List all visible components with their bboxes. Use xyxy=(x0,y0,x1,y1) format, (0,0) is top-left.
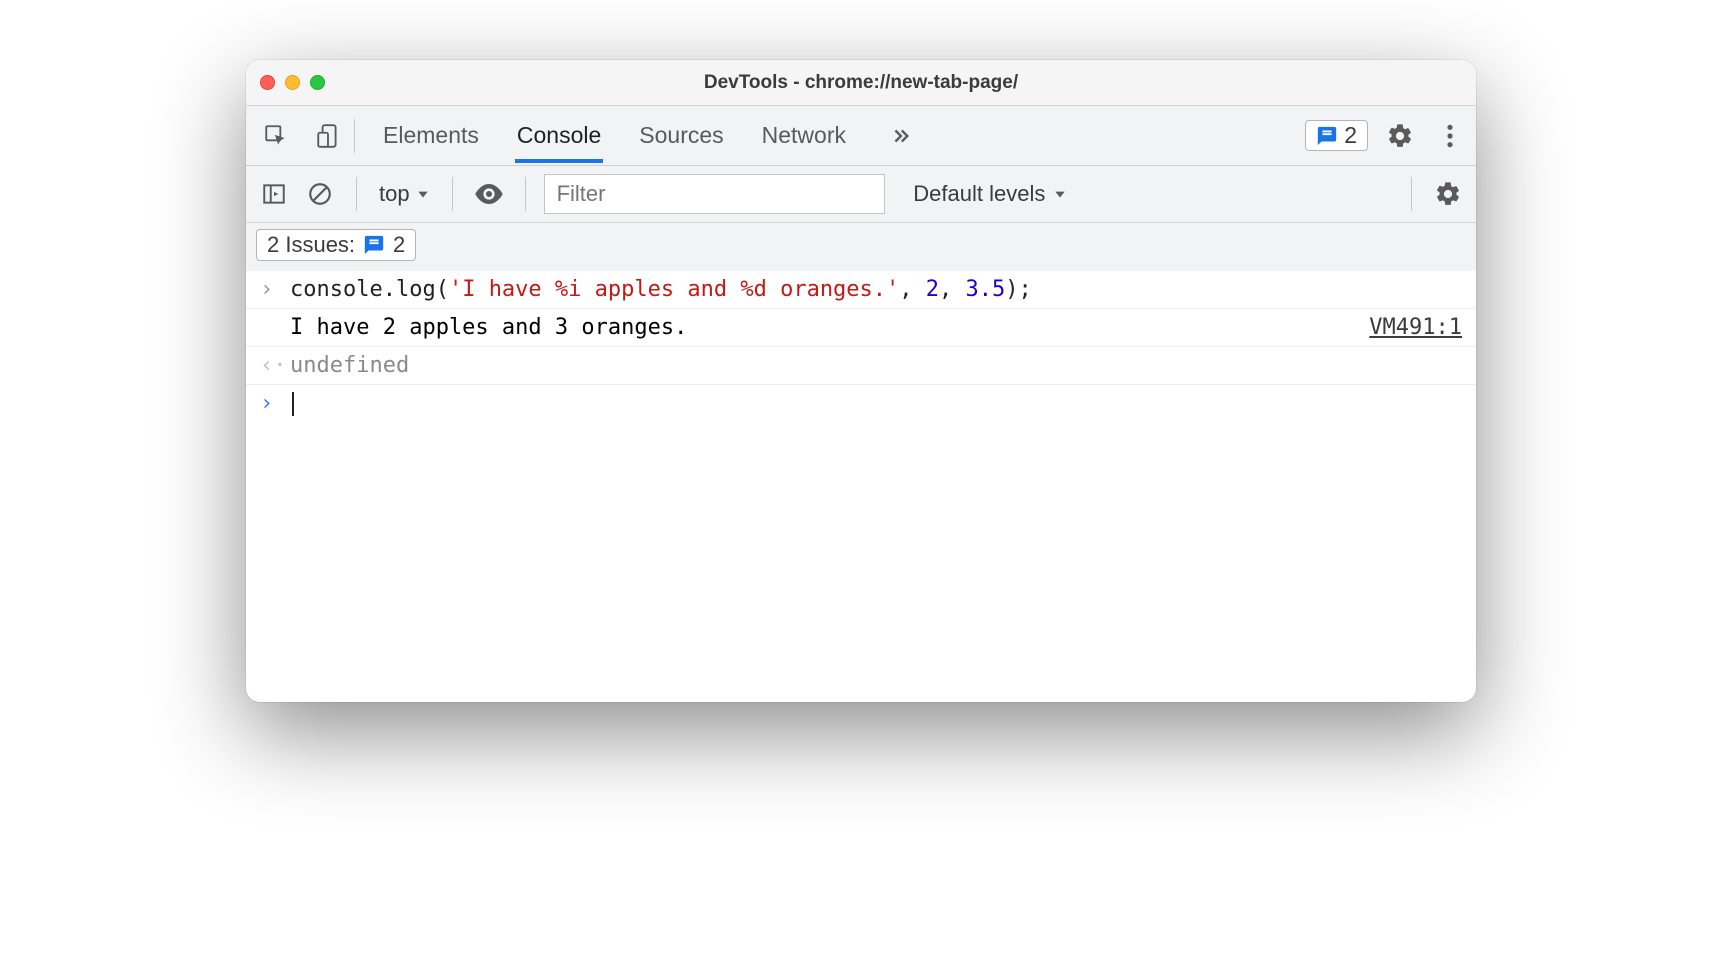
dropdown-icon xyxy=(416,187,430,201)
minimize-window-button[interactable] xyxy=(285,75,300,90)
divider xyxy=(356,177,357,211)
traffic-lights xyxy=(260,75,325,90)
issues-count: 2 xyxy=(1344,122,1357,149)
console-command: console.log('I have %i apples and %d ora… xyxy=(290,277,1462,302)
prompt-chevron-icon: › xyxy=(260,391,290,416)
execution-context-selector[interactable]: top xyxy=(375,179,434,209)
text-cursor xyxy=(292,392,294,416)
empty-area xyxy=(246,422,1476,702)
issue-icon xyxy=(1316,125,1338,147)
console-input-field[interactable] xyxy=(290,391,1462,416)
return-value: undefined xyxy=(290,353,1462,378)
token-number: 3.5 xyxy=(966,277,1006,302)
tab-network[interactable]: Network xyxy=(760,108,848,163)
inspect-element-icon[interactable] xyxy=(258,118,294,154)
divider xyxy=(452,177,453,211)
divider xyxy=(525,177,526,211)
dropdown-icon xyxy=(1053,187,1067,201)
sidebar-toggle-icon[interactable] xyxy=(256,176,292,212)
issues-label: 2 Issues: xyxy=(267,232,355,258)
token-string: 'I have %i apples and %d oranges.' xyxy=(449,277,899,302)
input-chevron-icon: › xyxy=(260,277,290,302)
main-tabbar: Elements Console Sources Network 2 xyxy=(246,106,1476,166)
titlebar: DevTools - chrome://new-tab-page/ xyxy=(246,60,1476,106)
window-title: DevTools - chrome://new-tab-page/ xyxy=(246,72,1476,94)
console-prompt-row[interactable]: › xyxy=(246,385,1476,422)
issues-pill[interactable]: 2 Issues: 2 xyxy=(256,229,416,261)
console-output-text: I have 2 apples and 3 oranges. xyxy=(290,315,1369,340)
devtools-window: DevTools - chrome://new-tab-page/ Elemen… xyxy=(246,60,1476,702)
filter-input[interactable] xyxy=(544,174,886,214)
tab-sources[interactable]: Sources xyxy=(637,108,725,163)
divider xyxy=(354,119,355,153)
levels-label: Default levels xyxy=(913,181,1045,207)
return-arrow-icon: ‹· xyxy=(260,353,290,378)
clear-console-icon[interactable] xyxy=(302,176,338,212)
issues-bar: 2 Issues: 2 xyxy=(246,222,1476,271)
console-output-row: I have 2 apples and 3 oranges. VM491:1 xyxy=(246,309,1476,347)
settings-gear-icon[interactable] xyxy=(1382,118,1418,154)
log-levels-selector[interactable]: Default levels xyxy=(913,181,1067,207)
close-window-button[interactable] xyxy=(260,75,275,90)
context-label: top xyxy=(379,181,410,207)
token-paren: ); xyxy=(1005,277,1032,302)
issue-icon xyxy=(363,234,385,256)
token-number: 2 xyxy=(926,277,939,302)
token-comma: , xyxy=(939,277,966,302)
token-method: console.log xyxy=(290,277,436,302)
source-link[interactable]: VM491:1 xyxy=(1369,315,1462,340)
console-toolbar: top Default levels xyxy=(246,166,1476,222)
tab-elements[interactable]: Elements xyxy=(381,108,481,163)
token-paren: ( xyxy=(436,277,449,302)
console-input-row: › console.log('I have %i apples and %d o… xyxy=(246,271,1476,309)
fullscreen-window-button[interactable] xyxy=(310,75,325,90)
token-comma: , xyxy=(899,277,926,302)
console-return-row: ‹· undefined xyxy=(246,347,1476,385)
more-tabs-icon[interactable] xyxy=(882,118,918,154)
tab-console[interactable]: Console xyxy=(515,108,603,163)
issues-counter-top[interactable]: 2 xyxy=(1305,120,1368,151)
live-expression-eye-icon[interactable] xyxy=(471,176,507,212)
kebab-menu-icon[interactable] xyxy=(1432,118,1468,154)
console-body: › console.log('I have %i apples and %d o… xyxy=(246,271,1476,422)
issues-count: 2 xyxy=(393,232,405,258)
device-toolbar-icon[interactable] xyxy=(310,118,346,154)
divider xyxy=(1411,177,1412,211)
console-settings-gear-icon[interactable] xyxy=(1430,176,1466,212)
